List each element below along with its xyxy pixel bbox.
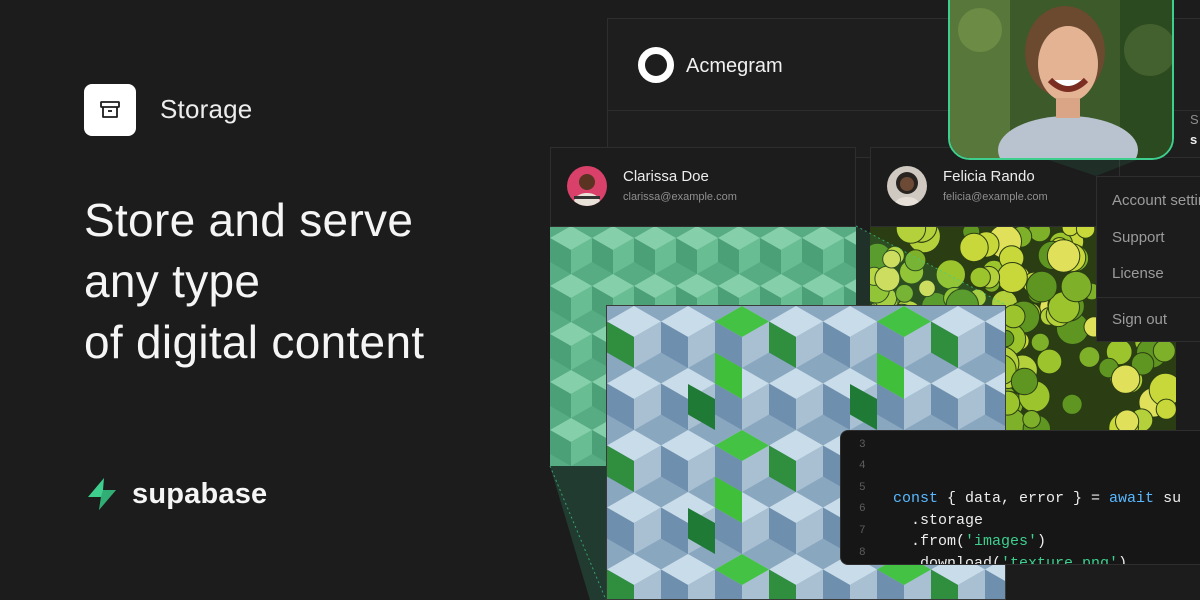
line-number: 7 bbox=[859, 525, 866, 537]
menu-item-license[interactable]: License bbox=[1112, 265, 1164, 282]
profile-photo bbox=[948, 0, 1174, 160]
product-label: Storage bbox=[160, 94, 253, 124]
code-line: 4 const { data, error } = await su bbox=[841, 456, 1200, 507]
line-number: 6 bbox=[859, 503, 866, 515]
line-number: 4 bbox=[859, 460, 866, 472]
code-line: 6 .from('images') bbox=[841, 499, 1200, 550]
avatar bbox=[887, 166, 927, 206]
profile-email: clarissa@example.com bbox=[623, 191, 737, 203]
code-line: 7 .download('texture.png') bbox=[841, 521, 1200, 564]
menu-item-sign-out[interactable]: Sign out bbox=[1112, 311, 1167, 328]
profile-email: felicia@example.com bbox=[943, 191, 1048, 203]
line-number: 8 bbox=[859, 547, 866, 559]
account-menu: Account settings Support License Sign ou… bbox=[1096, 176, 1200, 342]
profile-name: Clarissa Doe bbox=[623, 168, 709, 185]
code-line: 3 bbox=[841, 435, 877, 457]
headline-line: any type bbox=[84, 255, 261, 307]
app-name: Acmegram bbox=[686, 55, 783, 77]
brand-name: supabase bbox=[132, 477, 268, 510]
headline-line: Store and serve bbox=[84, 194, 414, 246]
storage-badge bbox=[84, 84, 136, 136]
brand-logo: supabase bbox=[84, 476, 267, 512]
code-line: 8 bbox=[841, 543, 877, 564]
supabase-bolt-icon bbox=[88, 478, 116, 510]
ring-logo-icon bbox=[638, 47, 674, 83]
line-number: 5 bbox=[859, 482, 866, 494]
code-text: .download('texture.png') bbox=[893, 555, 1128, 565]
peek-label: S bbox=[1190, 112, 1199, 127]
line-number: 3 bbox=[859, 439, 866, 451]
headline-line: of digital content bbox=[84, 316, 425, 368]
menu-item-support[interactable]: Support bbox=[1112, 229, 1165, 246]
peek-value: s bbox=[1190, 132, 1198, 147]
menu-divider bbox=[1097, 297, 1200, 298]
menu-item-account-settings[interactable]: Account settings bbox=[1112, 192, 1200, 209]
profile-name: Felicia Rando bbox=[943, 168, 1035, 185]
headline: Store and serve any type of digital cont… bbox=[84, 190, 534, 373]
code-line: 5 .storage bbox=[841, 478, 1200, 529]
avatar bbox=[567, 166, 607, 206]
archive-box-icon bbox=[100, 101, 120, 118]
code-snippet: 3 4 const { data, error } = await su 5 .… bbox=[840, 430, 1200, 565]
profile-card[interactable]: Clarissa Doe clarissa@example.com bbox=[550, 147, 856, 227]
